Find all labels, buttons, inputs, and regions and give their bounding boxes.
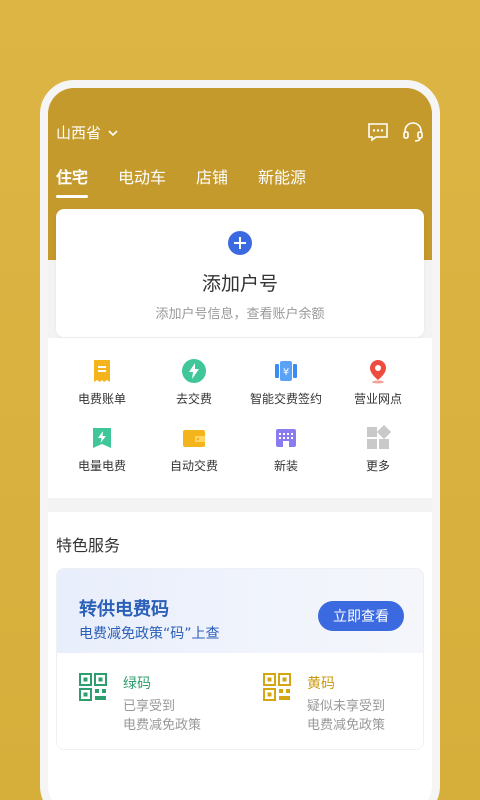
grid-item-pay[interactable]: 去交费	[148, 358, 240, 407]
province-label: 山西省	[56, 124, 102, 142]
view-now-button[interactable]: 立即查看	[318, 601, 404, 631]
wallet-icon	[183, 430, 205, 447]
code-desc-line2: 电费减免政策	[123, 718, 202, 733]
electricity-icon	[93, 428, 111, 448]
phone-frame: 山西省 住宅 电动车 店铺 新能源 添加户号 添加户号信息，查看账户余额 电费账…	[40, 80, 440, 800]
grid-item-smart-pay[interactable]: ¥ 智能交费签约	[240, 358, 332, 407]
section-title: 特色服务	[56, 536, 121, 555]
chevron-down-icon	[108, 129, 118, 136]
category-tabs: 住宅 电动车 店铺 新能源	[56, 164, 336, 198]
bill-icon	[94, 360, 110, 382]
code-name: 黄码	[307, 676, 335, 692]
grid-item-label: 新装	[273, 459, 298, 473]
grid-item-label: 更多	[365, 459, 390, 473]
grid-item-label: 智能交费签约	[249, 392, 322, 406]
more-grid-icon	[367, 425, 391, 449]
qr-code-icon	[79, 673, 107, 701]
lightning-pay-icon	[182, 359, 206, 383]
app-screen: 山西省 住宅 电动车 店铺 新能源 添加户号 添加户号信息，查看账户余额 电费账…	[48, 88, 432, 800]
tab-new-energy[interactable]: 新能源	[258, 164, 306, 194]
grid-item-label: 电量电费	[77, 459, 126, 473]
promo-title: 转供电费码	[79, 599, 169, 620]
grid-item-outlet[interactable]: 营业网点	[332, 358, 424, 407]
qr-code-icon	[263, 673, 291, 701]
code-desc-line1: 疑似未享受到	[307, 699, 386, 714]
tab-ev[interactable]: 电动车	[118, 164, 166, 194]
add-account-subtitle: 添加户号信息，查看账户余额	[155, 307, 325, 322]
plus-icon[interactable]	[228, 231, 252, 255]
yellow-code-item[interactable]: 黄码 疑似未享受到 电费减免政策	[263, 673, 385, 735]
promo-subtitle: 电费减免政策“码”上查	[79, 626, 220, 642]
grid-item-bill[interactable]: 电费账单	[56, 358, 148, 407]
grid-item-auto-pay[interactable]: 自动交费	[148, 425, 240, 474]
new-install-icon	[276, 429, 296, 447]
province-selector[interactable]: 山西省	[56, 122, 119, 143]
grid-item-new-install[interactable]: 新装	[240, 425, 332, 474]
code-name: 绿码	[123, 676, 151, 692]
add-account-title: 添加户号	[201, 273, 278, 295]
tab-residential[interactable]: 住宅	[56, 164, 89, 198]
grid-item-label: 去交费	[175, 392, 212, 406]
add-account-card[interactable]: 添加户号 添加户号信息，查看账户余额	[56, 209, 424, 337]
code-desc-line1: 已享受到	[123, 699, 176, 714]
grid-item-label: 电费账单	[77, 392, 126, 406]
location-pin-icon	[370, 360, 386, 384]
code-desc-line2: 电费减免政策	[307, 718, 386, 733]
svg-text:¥: ¥	[283, 367, 289, 378]
promo-card[interactable]: 转供电费码 电费减免政策“码”上查 立即查看 绿码 已享受到 电费减免政策 黄码…	[56, 568, 424, 750]
top-bar: 山西省	[48, 116, 432, 146]
grid-item-label: 自动交费	[169, 459, 218, 473]
grid-item-electricity[interactable]: 电量电费	[56, 425, 148, 474]
quick-actions: 电费账单 去交费 ¥ 智能交费签约 营业网点 电量电费 自动交费 新装 更多	[48, 338, 432, 498]
tab-shop[interactable]: 店铺	[196, 164, 228, 194]
headset-icon[interactable]	[401, 120, 425, 144]
smart-pay-icon: ¥	[275, 361, 297, 381]
grid-item-more[interactable]: 更多	[332, 425, 424, 474]
special-services-section: 特色服务 转供电费码 电费减免政策“码”上查 立即查看 绿码 已享受到 电费减免…	[48, 512, 432, 800]
grid-item-label: 营业网点	[353, 392, 402, 406]
message-icon[interactable]	[366, 120, 390, 144]
green-code-item[interactable]: 绿码 已享受到 电费减免政策	[79, 673, 201, 735]
